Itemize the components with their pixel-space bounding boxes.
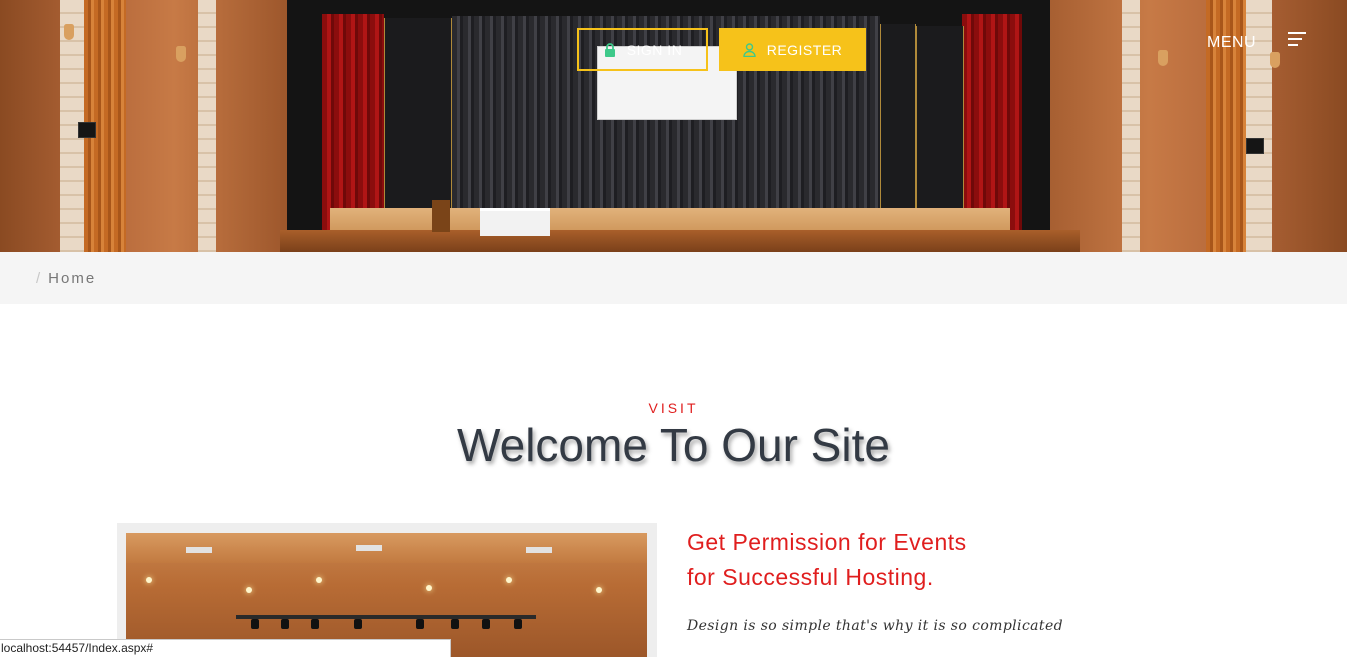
- photo-vent: [186, 547, 212, 553]
- photo-vent: [526, 547, 552, 553]
- photo-spotlight: [514, 619, 522, 629]
- photo-spotlight: [251, 619, 259, 629]
- breadcrumb-separator: /: [36, 269, 41, 287]
- stage-apron: [280, 230, 1080, 252]
- menu-toggle[interactable]: MENU: [1207, 32, 1307, 52]
- photo-spotlight: [482, 619, 490, 629]
- hall-photo-frame: [117, 523, 657, 657]
- events-heading: Get Permission for Events for Successful…: [687, 525, 1107, 595]
- page-title: Welcome To Our Site: [457, 419, 890, 471]
- photo-spotlight: [451, 619, 459, 629]
- photo-spotlight: [281, 619, 289, 629]
- speaker-icon: [78, 122, 96, 138]
- photo-light: [426, 585, 432, 591]
- events-heading-line2: for Successful Hosting.: [687, 564, 934, 590]
- stage-curtain-red: [322, 14, 384, 234]
- menu-label: MENU: [1207, 34, 1257, 51]
- hero-pillar: [198, 0, 216, 252]
- browser-status-url: localhost:54457/Index.aspx#: [0, 639, 451, 657]
- sign-in-button[interactable]: SIGN IN: [577, 28, 708, 71]
- photo-light: [146, 577, 152, 583]
- photo-vent: [356, 545, 382, 551]
- hero-pillar: [1122, 0, 1140, 252]
- wall-lamp: [176, 46, 186, 62]
- user-icon: [743, 42, 757, 57]
- photo-spotlight: [416, 619, 424, 629]
- photo-spotlight: [354, 619, 362, 629]
- stage-panel: [880, 24, 916, 224]
- wall-lamp: [1270, 52, 1280, 68]
- wall-lamp: [1158, 50, 1168, 66]
- lock-icon: [603, 42, 617, 57]
- photo-light: [506, 577, 512, 583]
- register-button[interactable]: REGISTER: [719, 28, 866, 71]
- hamburger-icon[interactable]: [1288, 32, 1307, 46]
- stage-curtain-red: [962, 14, 1022, 234]
- podium: [432, 200, 450, 232]
- sign-in-label: SIGN IN: [626, 41, 683, 58]
- wall-lamp: [64, 24, 74, 40]
- speaker-icon: [1246, 138, 1264, 154]
- stage-panel: [916, 26, 964, 226]
- photo-spotlight: [311, 619, 319, 629]
- events-heading-line1: Get Permission for Events: [687, 529, 967, 555]
- photo-light: [596, 587, 602, 593]
- breadcrumb-home[interactable]: Home: [48, 270, 96, 287]
- hero-left-wall: [0, 0, 290, 252]
- stage-panel: [384, 18, 452, 228]
- stage-table: [480, 208, 550, 236]
- photo-light: [246, 587, 252, 593]
- photo-light: [316, 577, 322, 583]
- register-label: REGISTER: [766, 41, 843, 58]
- breadcrumb: / Home: [0, 252, 1347, 304]
- design-quote: Design is so simple that's why it is so …: [687, 618, 1063, 634]
- section-kicker: VISIT: [648, 400, 699, 416]
